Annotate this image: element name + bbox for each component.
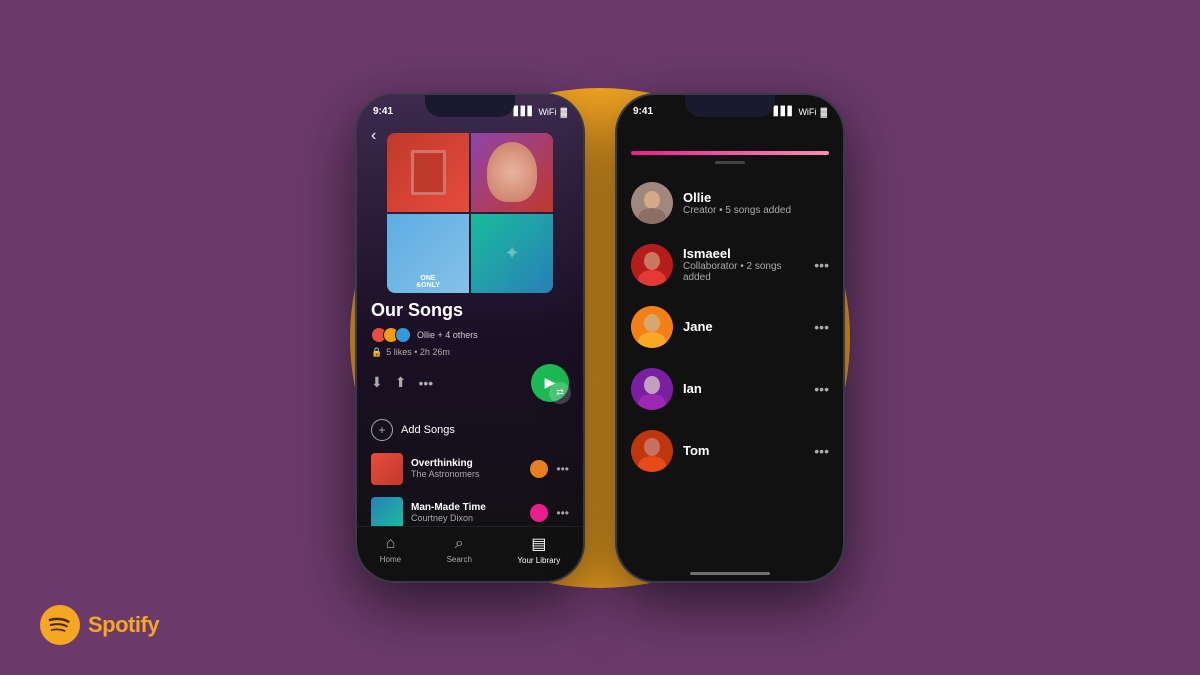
battery-icon: ▓: [560, 107, 567, 117]
collab-more-tom[interactable]: •••: [814, 443, 829, 459]
more-icon[interactable]: •••: [418, 375, 433, 391]
avatar-tom: [631, 430, 673, 472]
search-label: Search: [447, 555, 472, 564]
collab-item-ollie[interactable]: Ollie Creator • 5 songs added: [617, 172, 843, 234]
nav-library[interactable]: ▤ Your Library: [517, 534, 560, 565]
song-avatar-2: [530, 504, 548, 522]
collab-role-ollie: Creator • 5 songs added: [683, 205, 829, 216]
collab-name-ian: Ian: [683, 381, 804, 396]
avatar-ian: [631, 368, 673, 410]
playlist-meta-row: Ollie + 4 others: [371, 327, 569, 343]
status-time-1: 9:41: [373, 106, 393, 117]
status-time-2: 9:41: [633, 106, 653, 117]
playlist-title: Our Songs: [371, 300, 569, 321]
song-item-1[interactable]: Overthinking The Astronomers •••: [357, 447, 583, 491]
collab-info-ollie: Ollie Creator • 5 songs added: [683, 190, 829, 216]
home-indicator-2: [690, 572, 770, 575]
avatar-ismaeel: [631, 244, 673, 286]
phone-2: 9:41 ▋▋▋ WiFi ▓: [615, 93, 845, 583]
avatar-stack: [371, 327, 411, 343]
album-cell-4: ✦: [471, 214, 553, 293]
song-name-1: Overthinking: [411, 458, 522, 469]
album-cell-3: ONE&ONLY: [387, 214, 469, 293]
song-artist-1: The Astronomers: [411, 469, 522, 479]
lock-icon: 🔒: [371, 347, 382, 358]
action-row: ⬇ ⬆ ••• ▶ ⇄: [371, 364, 569, 402]
notch-2: [685, 95, 775, 117]
collab-item-tom[interactable]: Tom •••: [617, 420, 843, 482]
collab-info-ian: Ian: [683, 381, 804, 396]
wifi-icon-2: WiFi: [798, 107, 816, 117]
notch-1: [425, 95, 515, 117]
album-art-grid: ONE&ONLY ✦: [387, 133, 553, 293]
spotify-logo: Spotify: [40, 605, 159, 645]
nav-search[interactable]: ⌕ Search: [447, 535, 472, 564]
home-icon: ⌂: [386, 535, 396, 553]
playlist-stats: 🔒 5 likes • 2h 26m: [371, 347, 569, 358]
stats-text: 5 likes • 2h 26m: [386, 347, 450, 357]
spotify-icon: [40, 605, 80, 645]
collab-drag-area[interactable]: [617, 155, 843, 164]
collab-info-ismaeel: Ismaeel Collaborator • 2 songs added: [683, 246, 804, 283]
album-cell-1: [387, 133, 469, 212]
collab-item-ian[interactable]: Ian •••: [617, 358, 843, 420]
collab-name-jane: Jane: [683, 319, 804, 334]
wifi-icon: WiFi: [538, 107, 556, 117]
avatar-ollie: [631, 182, 673, 224]
song-thumb-2: [371, 497, 403, 529]
song-details-2: Man-Made Time Courtney Dixon: [411, 502, 522, 523]
collab-info-tom: Tom: [683, 443, 804, 458]
signal-icon-2: ▋▋▋: [774, 106, 795, 117]
collab-info-jane: Jane: [683, 319, 804, 334]
collab-more-ian[interactable]: •••: [814, 381, 829, 397]
collab-item-ismaeel[interactable]: Ismaeel Collaborator • 2 songs added •••: [617, 234, 843, 296]
album-art-red: [387, 133, 469, 212]
status-icons-2: ▋▋▋ WiFi ▓: [774, 106, 827, 117]
collab-name-tom: Tom: [683, 443, 804, 458]
song-details-1: Overthinking The Astronomers: [411, 458, 522, 479]
collaborators-list: Ollie Creator • 5 songs added Ism: [617, 164, 843, 490]
collab-name-ismaeel: Ismaeel: [683, 246, 804, 261]
home-label: Home: [380, 555, 401, 564]
status-icons-1: ▋▋▋ WiFi ▓: [514, 106, 567, 117]
phones-container: 9:41 ▋▋▋ WiFi ▓ ‹: [355, 93, 845, 583]
nav-home[interactable]: ⌂ Home: [380, 535, 401, 564]
song-thumb-1: [371, 453, 403, 485]
playlist-info: Our Songs Ollie + 4 others 🔒 5 likes • 2…: [371, 300, 569, 402]
avatar-3: [395, 327, 411, 343]
bottom-nav: ⌂ Home ⌕ Search ▤ Your Library: [357, 526, 583, 581]
collab-item-jane[interactable]: Jane •••: [617, 296, 843, 358]
search-icon: ⌕: [455, 535, 464, 553]
collab-more-jane[interactable]: •••: [814, 319, 829, 335]
phone-1: 9:41 ▋▋▋ WiFi ▓ ‹: [355, 93, 585, 583]
download-icon[interactable]: ⬇: [371, 374, 383, 391]
collab-name-ollie: Ollie: [683, 190, 829, 205]
add-songs-row[interactable]: + Add Songs: [357, 413, 583, 447]
spotify-brand-name: Spotify: [88, 612, 159, 638]
phone-1-screen: 9:41 ▋▋▋ WiFi ▓ ‹: [357, 95, 583, 581]
plus-icon: +: [371, 419, 393, 441]
song-artist-2: Courtney Dixon: [411, 513, 522, 523]
shuffle-button[interactable]: ⇄: [549, 382, 571, 404]
phone-2-screen: 9:41 ▋▋▋ WiFi ▓: [617, 95, 843, 581]
playlist-contributors: Ollie + 4 others: [417, 330, 478, 340]
avatar-jane: [631, 306, 673, 348]
signal-icon: ▋▋▋: [514, 106, 535, 117]
collab-role-ismaeel: Collaborator • 2 songs added: [683, 261, 804, 283]
song-more-2[interactable]: •••: [556, 506, 569, 520]
share-icon[interactable]: ⬆: [395, 374, 407, 391]
back-button[interactable]: ‹: [371, 127, 376, 145]
add-songs-label: Add Songs: [401, 424, 455, 436]
drag-handle: [715, 161, 745, 164]
song-name-2: Man-Made Time: [411, 502, 522, 513]
battery-icon-2: ▓: [820, 107, 827, 117]
collab-more-ismaeel[interactable]: •••: [814, 257, 829, 273]
song-avatar-1: [530, 460, 548, 478]
song-more-1[interactable]: •••: [556, 462, 569, 476]
library-icon: ▤: [531, 534, 546, 554]
library-label: Your Library: [517, 556, 560, 565]
album-cell-2: [471, 133, 553, 212]
